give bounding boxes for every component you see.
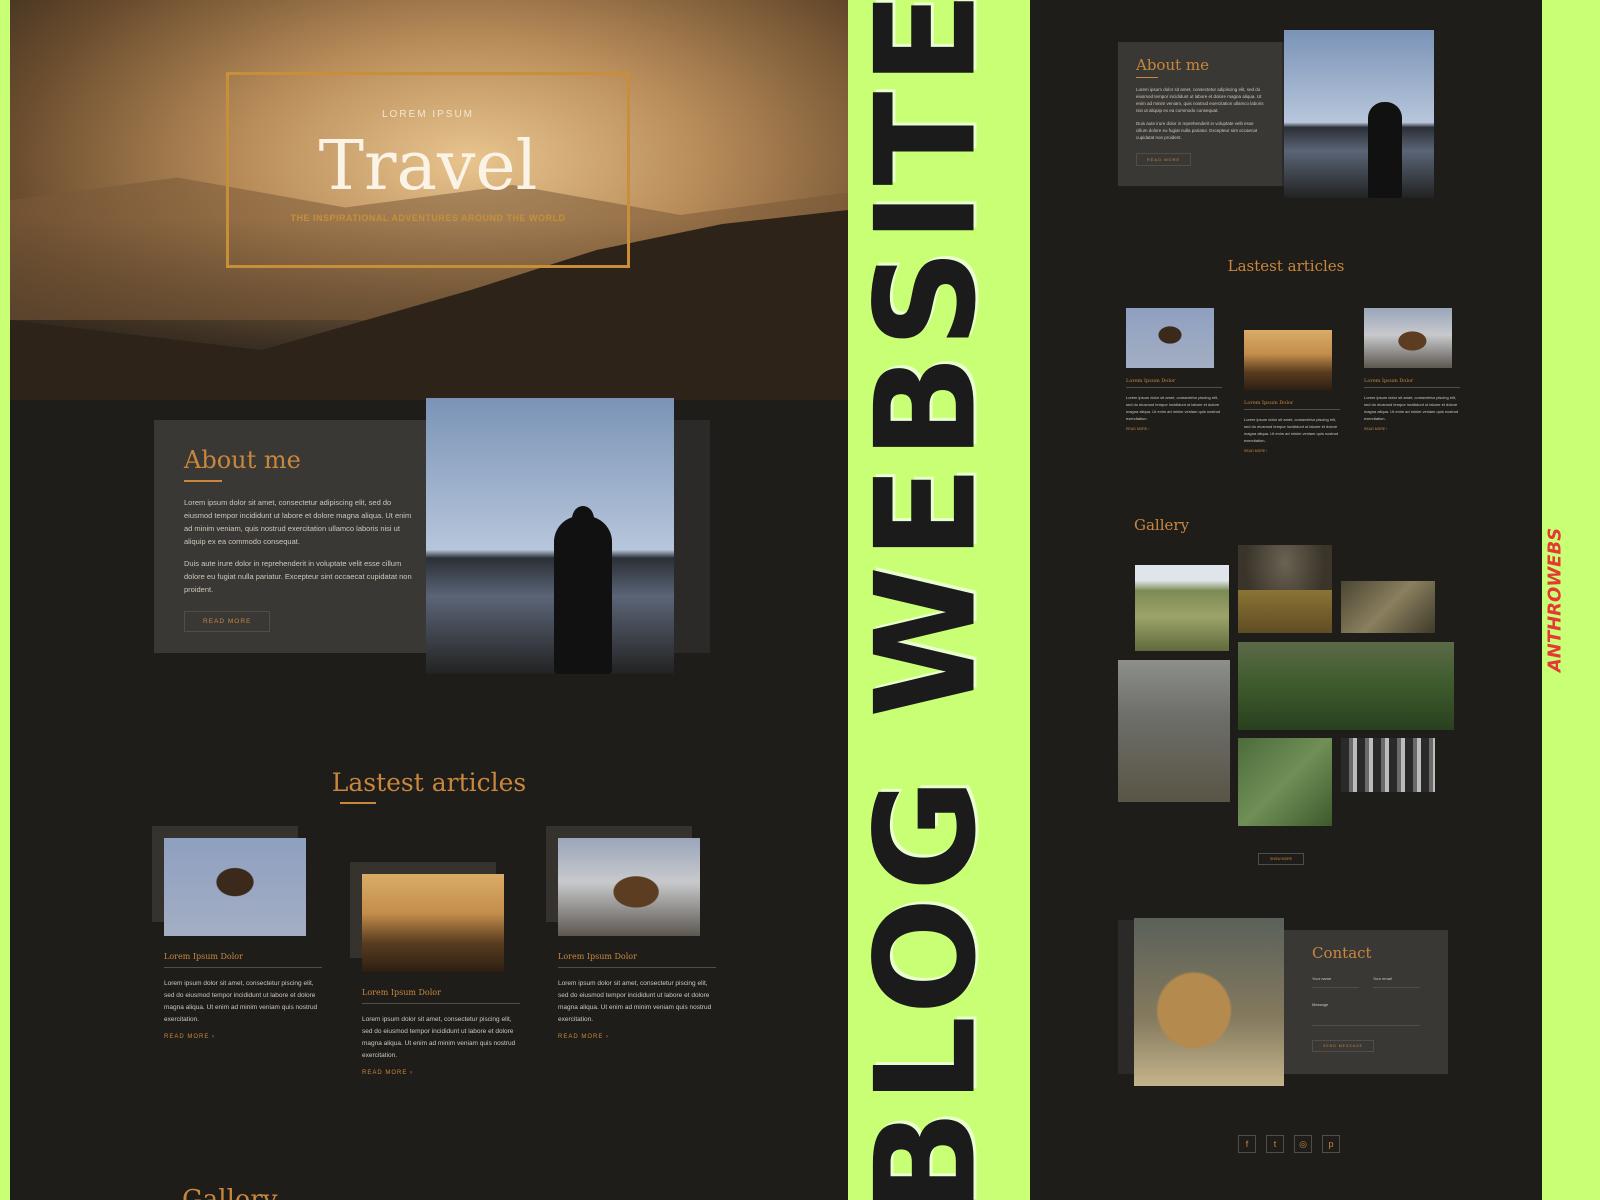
hero-subtitle: THE INSPIRATIONAL ADVENTURES AROUND THE … [290, 213, 566, 223]
gallery-image-forest-trees[interactable] [1341, 738, 1435, 792]
article-read-more-link[interactable]: READ MORE › [1364, 427, 1460, 431]
gallery-image-branch[interactable] [1341, 581, 1435, 633]
contact-card: Contact Your name Your email Message SEN… [1284, 930, 1448, 1074]
articles-title-text: Lastest articles [331, 768, 527, 797]
gallery-image-foggy-hills-ground [1238, 590, 1332, 633]
article-caption[interactable]: Lorem Ipsum Dolor [164, 952, 322, 968]
article-read-more-link[interactable]: READ MORE › [164, 1034, 322, 1040]
contact-photo-letters [1134, 918, 1284, 1086]
gallery-title: Gallery [1134, 516, 1190, 534]
about-read-more-button[interactable]: READ MORE [1136, 153, 1192, 166]
gallery-image-aerial-green[interactable] [1238, 738, 1332, 826]
instagram-icon[interactable]: ◎ [1294, 1135, 1312, 1153]
article-image-eagle[interactable] [164, 838, 306, 936]
about-paragraph-2: Duis aute irure dolor in reprehenderit i… [1136, 121, 1258, 140]
twitter-icon[interactable]: t [1266, 1135, 1284, 1153]
hero-section: LOREM IPSUM Travel THE INSPIRATIONAL ADV… [10, 0, 848, 400]
articles-title-underline [340, 802, 376, 804]
article-caption[interactable]: Lorem Ipsum Dolor [1364, 378, 1460, 388]
contact-send-button[interactable]: SEND MESSAGE [1312, 1040, 1375, 1052]
article-excerpt: Lorem ipsum dolor sit amet, consectetur … [558, 980, 712, 1023]
article-card[interactable]: Lorem Ipsum Dolor Lorem ipsum dolor sit … [152, 826, 322, 1040]
about-title: About me [1136, 56, 1210, 74]
article-caption[interactable]: Lorem Ipsum Dolor [1126, 378, 1222, 388]
about-read-more-button[interactable]: READ MORE [184, 611, 271, 632]
contact-field-row: Your name Your email [1312, 976, 1420, 988]
about-title-underline [184, 480, 222, 482]
gallery-image-woman-with-dog[interactable] [1118, 660, 1230, 802]
article-read-more-link[interactable]: READ MORE › [362, 1070, 520, 1076]
article-read-more-link[interactable]: READ MORE › [558, 1034, 716, 1040]
article-card[interactable]: Lorem Ipsum Dolor Lorem ipsum dolor sit … [1364, 308, 1460, 431]
article-read-more-link[interactable]: READ MORE › [1126, 427, 1222, 431]
article-caption[interactable]: Lorem Ipsum Dolor [1244, 400, 1340, 410]
about-paragraph-1: Lorem ipsum dolor sit amet, consectetur … [1136, 87, 1264, 113]
article-image-bear[interactable] [1364, 308, 1452, 368]
article-read-more-link[interactable]: READ MORE › [1244, 449, 1340, 453]
hero-title: Travel [318, 127, 538, 206]
contact-message-field[interactable]: Message [1312, 1002, 1420, 1026]
logo-text: ANTHROWEBS [1544, 527, 1566, 673]
about-card: About me Lorem ipsum dolor sit amet, con… [1118, 42, 1282, 186]
gallery-image-valley[interactable] [1135, 565, 1229, 651]
gallery-title-peek: Gallery [182, 1185, 278, 1200]
article-caption[interactable]: Lorem Ipsum Dolor [362, 988, 520, 1004]
article-excerpt: Lorem ipsum dolor sit amet, consectetur … [164, 980, 318, 1023]
gallery-show-more-button[interactable]: SHOW MORE [1258, 853, 1304, 865]
article-image-eagle[interactable] [1126, 308, 1214, 368]
contact-name-field[interactable]: Your name [1312, 976, 1359, 988]
about-paragraph-1: Lorem ipsum dolor sit amet, consectetur … [184, 498, 412, 546]
article-card[interactable]: Lorem Ipsum Dolor Lorem ipsum dolor sit … [350, 862, 520, 1076]
about-photo [426, 398, 674, 674]
person-silhouette [554, 516, 612, 674]
article-excerpt: Lorem ipsum dolor sit amet, consectetur … [1244, 417, 1339, 443]
hero-eyebrow: LOREM IPSUM [381, 109, 474, 120]
facebook-icon[interactable]: f [1238, 1135, 1256, 1153]
articles-section-title: Lastest articles [10, 768, 848, 804]
article-image-forest[interactable] [1244, 330, 1332, 390]
about-photo [1284, 30, 1434, 198]
blog-preview-large: LOREM IPSUM Travel THE INSPIRATIONAL ADV… [10, 0, 848, 1200]
article-card[interactable]: Lorem Ipsum Dolor Lorem ipsum dolor sit … [1244, 330, 1340, 453]
person-silhouette [1368, 102, 1402, 198]
about-title: About me [184, 446, 301, 474]
pinterest-icon[interactable]: p [1322, 1135, 1340, 1153]
article-excerpt: Lorem ipsum dolor sit amet, consectetur … [1364, 395, 1459, 421]
contact-email-field[interactable]: Your email [1373, 976, 1420, 988]
banner-title: BLOG WEBSITE [845, 0, 1007, 1200]
article-excerpt: Lorem ipsum dolor sit amet, consectetur … [1126, 395, 1221, 421]
about-card: About me Lorem ipsum dolor sit amet, con… [154, 420, 444, 653]
articles-section-title: Lastest articles [1227, 257, 1345, 275]
gallery-image-mountain-lake[interactable] [1238, 642, 1454, 730]
anthrowebs-logo: ANTHROWEBS [1545, 528, 1566, 672]
article-card[interactable]: Lorem Ipsum Dolor Lorem ipsum dolor sit … [1126, 308, 1222, 431]
hero-frame: LOREM IPSUM Travel THE INSPIRATIONAL ADV… [226, 72, 630, 268]
contact-title: Contact [1312, 944, 1372, 962]
article-image-bear[interactable] [558, 838, 700, 936]
article-caption[interactable]: Lorem Ipsum Dolor [558, 952, 716, 968]
article-image-forest[interactable] [362, 874, 504, 972]
article-card[interactable]: Lorem Ipsum Dolor Lorem ipsum dolor sit … [546, 826, 716, 1040]
about-title-underline [1136, 77, 1158, 78]
article-excerpt: Lorem ipsum dolor sit amet, consectetur … [362, 1016, 516, 1059]
about-paragraph-2: Duis aute irure dolor in reprehenderit i… [184, 559, 412, 594]
blog-preview-small: About me Lorem ipsum dolor sit amet, con… [1030, 0, 1542, 1200]
